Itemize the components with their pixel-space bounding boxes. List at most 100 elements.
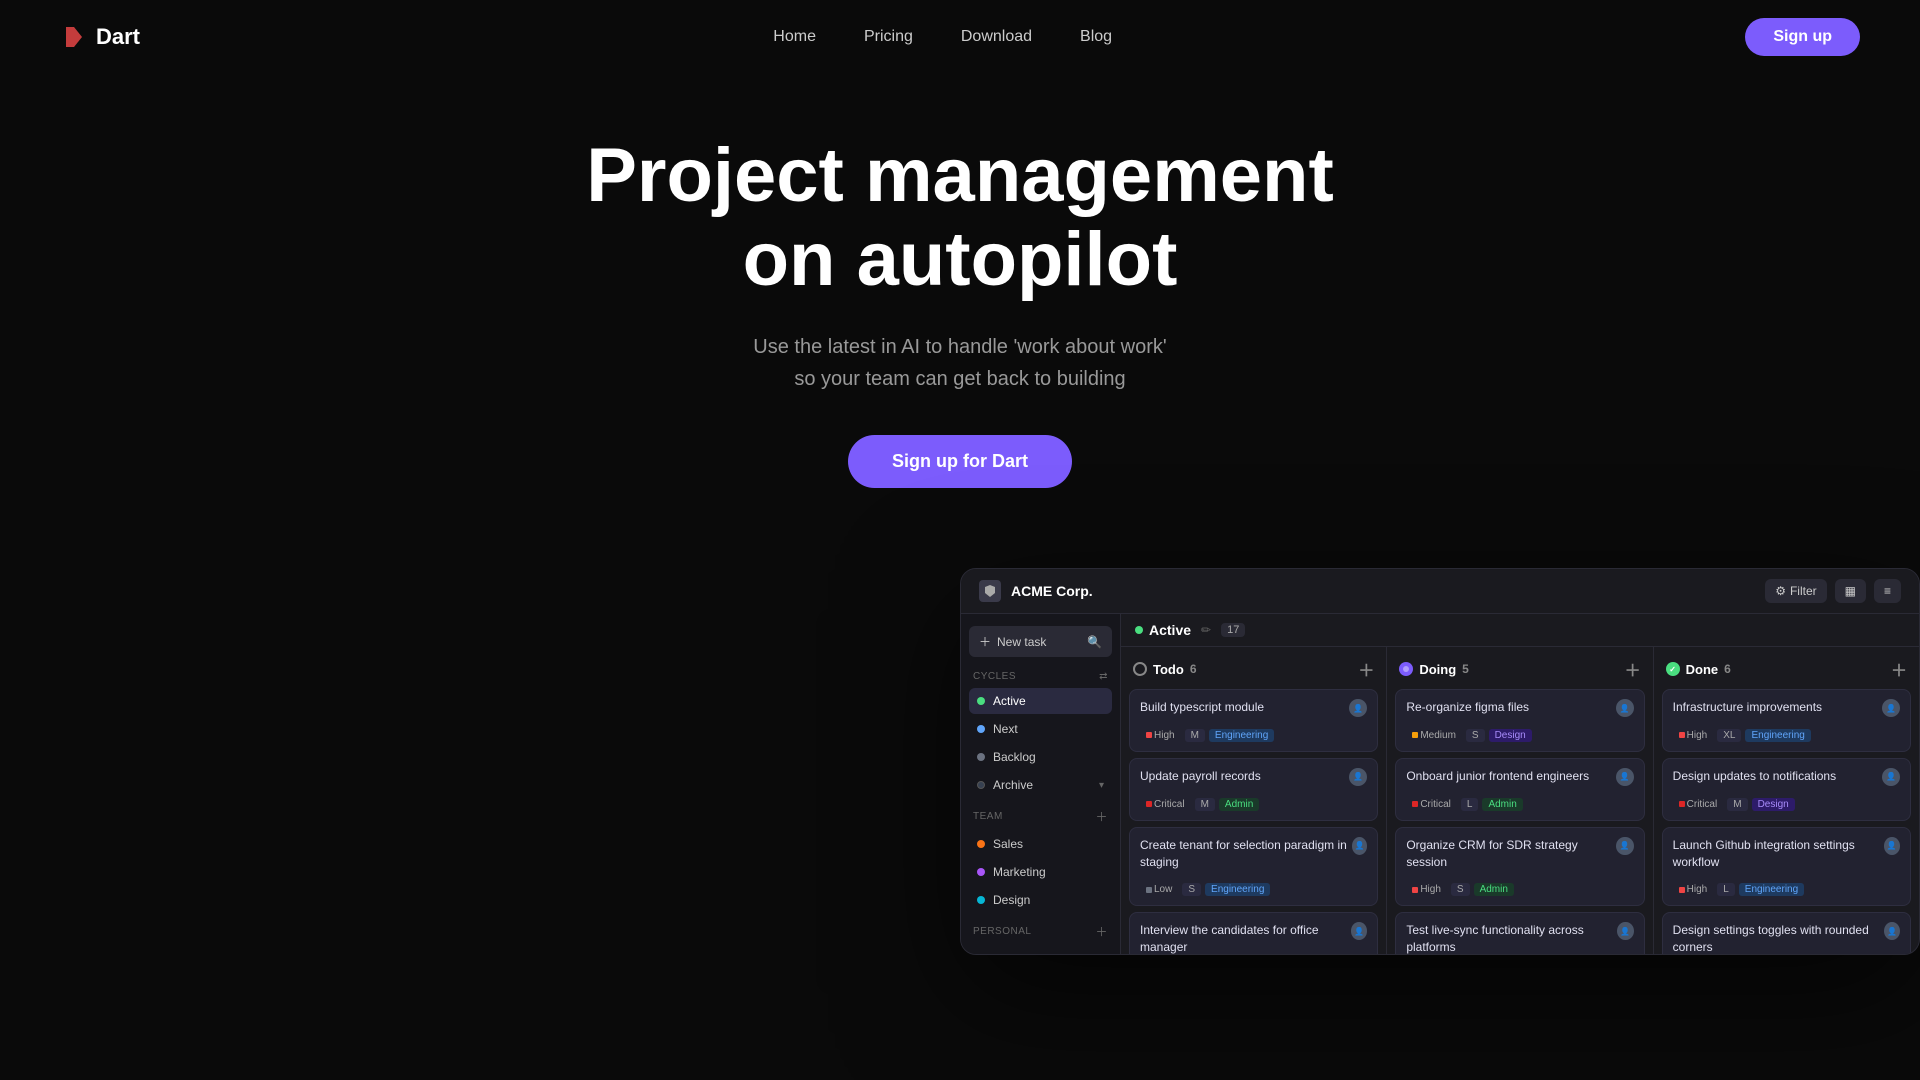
headline-line1: Project management bbox=[586, 133, 1334, 218]
priority-dot bbox=[1146, 887, 1152, 893]
size-tag: M bbox=[1195, 798, 1215, 811]
todo-icon bbox=[1133, 662, 1147, 676]
cycles-icon: ⇄ bbox=[1099, 671, 1108, 682]
kanban-subheader: Active ✏ 17 bbox=[1121, 614, 1919, 647]
priority-tag: High bbox=[1673, 883, 1714, 896]
grid-view-button[interactable]: ▦ bbox=[1835, 579, 1866, 603]
avatar: 👤 bbox=[1616, 768, 1634, 786]
sidebar-item-next[interactable]: Next bbox=[969, 716, 1112, 742]
task-title: Design updates to notifications bbox=[1673, 768, 1836, 785]
dept-tag: Engineering bbox=[1209, 729, 1274, 742]
doing-title: Doing bbox=[1419, 662, 1456, 677]
table-row[interactable]: Launch Github integration settings workf… bbox=[1662, 827, 1911, 907]
workspace-name: ACME Corp. bbox=[1011, 583, 1093, 599]
sidebar-item-marketing[interactable]: Marketing bbox=[969, 859, 1112, 885]
signup-button-nav[interactable]: Sign up bbox=[1745, 18, 1860, 56]
avatar: 👤 bbox=[1884, 922, 1900, 940]
sprint-status: Active bbox=[1135, 622, 1191, 638]
priority-label: High bbox=[1687, 730, 1708, 741]
cycles-section-title: CYCLES ⇄ bbox=[973, 671, 1108, 682]
next-cycle-label: Next bbox=[993, 722, 1018, 736]
table-row[interactable]: Build typescript module 👤 High M Enginee… bbox=[1129, 689, 1378, 752]
task-tags: High M Engineering bbox=[1140, 729, 1367, 742]
nav-blog[interactable]: Blog bbox=[1080, 28, 1112, 46]
sidebar-item-active[interactable]: Active bbox=[969, 688, 1112, 714]
size-tag: S bbox=[1182, 883, 1201, 896]
navbar: Dart Home Pricing Download Blog Sign up bbox=[0, 0, 1920, 74]
sidebar-item-backlog[interactable]: Backlog bbox=[969, 744, 1112, 770]
table-row[interactable]: Organize CRM for SDR strategy session 👤 … bbox=[1395, 827, 1644, 907]
priority-dot bbox=[1412, 732, 1418, 738]
backlog-dot bbox=[977, 753, 985, 761]
priority-dot bbox=[1679, 732, 1685, 738]
todo-add-button[interactable]: ＋ bbox=[1358, 657, 1374, 681]
table-row[interactable]: Create tenant for selection paradigm in … bbox=[1129, 827, 1378, 907]
avatar: 👤 bbox=[1349, 699, 1367, 717]
dept-tag: Engineering bbox=[1739, 883, 1804, 896]
task-title: Create tenant for selection paradigm in … bbox=[1140, 837, 1352, 871]
nav-links: Home Pricing Download Blog bbox=[773, 28, 1112, 46]
priority-label: Critical bbox=[1154, 799, 1185, 810]
priority-dot bbox=[1146, 732, 1152, 738]
sales-dot bbox=[977, 840, 985, 848]
archive-chevron: ▾ bbox=[1099, 780, 1104, 791]
logo-text: Dart bbox=[96, 24, 140, 50]
personal-label: PERSONAL bbox=[973, 926, 1031, 937]
kanban-area: Active ✏ 17 Todo 6 ＋ bbox=[1121, 614, 1919, 954]
team-section-title: TEAM ＋ bbox=[973, 808, 1108, 825]
task-title: Interview the candidates for office mana… bbox=[1140, 922, 1351, 954]
table-row[interactable]: Infrastructure improvements 👤 High XL En… bbox=[1662, 689, 1911, 752]
task-title: Design settings toggles with rounded cor… bbox=[1673, 922, 1884, 954]
priority-tag: Critical bbox=[1140, 798, 1191, 811]
app-preview: ACME Corp. ⚙ Filter ▦ ≡ ＋ New task 🔍 bbox=[960, 568, 1920, 955]
priority-label: High bbox=[1420, 884, 1441, 895]
priority-label: Medium bbox=[1420, 730, 1456, 741]
doing-add-button[interactable]: ＋ bbox=[1625, 657, 1641, 681]
sales-label: Sales bbox=[993, 837, 1023, 851]
app-header: ACME Corp. ⚙ Filter ▦ ≡ bbox=[961, 569, 1919, 614]
task-tags: Low S Engineering bbox=[1140, 883, 1367, 896]
workspace-icon bbox=[979, 580, 1001, 602]
filter-icon: ⚙ bbox=[1775, 584, 1786, 598]
avatar: 👤 bbox=[1351, 922, 1368, 940]
new-task-label: New task bbox=[997, 635, 1046, 649]
todo-col-body: Build typescript module 👤 High M Enginee… bbox=[1121, 689, 1386, 954]
design-dot bbox=[977, 896, 985, 904]
size-tag: S bbox=[1451, 883, 1470, 896]
table-row[interactable]: Design settings toggles with rounded cor… bbox=[1662, 912, 1911, 954]
done-add-button[interactable]: ＋ bbox=[1891, 657, 1907, 681]
table-row[interactable]: Onboard junior frontend engineers 👤 Crit… bbox=[1395, 758, 1644, 821]
filter-button[interactable]: ⚙ Filter bbox=[1765, 579, 1826, 603]
dept-tag: Engineering bbox=[1205, 883, 1270, 896]
nav-home[interactable]: Home bbox=[773, 28, 816, 46]
nav-download[interactable]: Download bbox=[961, 28, 1032, 46]
priority-label: High bbox=[1687, 884, 1708, 895]
signup-cta-button[interactable]: Sign up for Dart bbox=[848, 435, 1072, 488]
list-view-button[interactable]: ≡ bbox=[1874, 579, 1901, 603]
table-row[interactable]: Interview the candidates for office mana… bbox=[1129, 912, 1378, 954]
personal-add-icon[interactable]: ＋ bbox=[1095, 923, 1108, 940]
done-title: Done bbox=[1686, 662, 1719, 677]
sidebar-item-design[interactable]: Design bbox=[969, 887, 1112, 913]
table-row[interactable]: Test live-sync functionality across plat… bbox=[1395, 912, 1644, 954]
new-task-button[interactable]: ＋ New task 🔍 bbox=[969, 626, 1112, 657]
headline-line2: on autopilot bbox=[743, 217, 1178, 302]
sidebar-item-finances[interactable]: Finances bbox=[969, 946, 1112, 954]
task-title: Build typescript module bbox=[1140, 699, 1264, 716]
nav-pricing[interactable]: Pricing bbox=[864, 28, 913, 46]
task-tags: Critical M Design bbox=[1673, 798, 1900, 811]
priority-dot bbox=[1146, 801, 1152, 807]
table-row[interactable]: Update payroll records 👤 Critical M Admi… bbox=[1129, 758, 1378, 821]
done-col-title: ✓ Done 6 bbox=[1666, 662, 1731, 677]
size-tag: XL bbox=[1717, 729, 1741, 742]
sidebar-item-archive[interactable]: Archive ▾ bbox=[969, 772, 1112, 798]
next-cycle-dot bbox=[977, 725, 985, 733]
avatar: 👤 bbox=[1617, 922, 1634, 940]
team-add-icon[interactable]: ＋ bbox=[1095, 808, 1108, 825]
table-row[interactable]: Re-organize figma files 👤 Medium S Desig… bbox=[1395, 689, 1644, 752]
priority-tag: Critical bbox=[1406, 798, 1457, 811]
table-row[interactable]: Design updates to notifications 👤 Critic… bbox=[1662, 758, 1911, 821]
sidebar-item-sales[interactable]: Sales bbox=[969, 831, 1112, 857]
app-header-actions: ⚙ Filter ▦ ≡ bbox=[1765, 579, 1901, 603]
edit-sprint-icon[interactable]: ✏ bbox=[1201, 623, 1211, 637]
